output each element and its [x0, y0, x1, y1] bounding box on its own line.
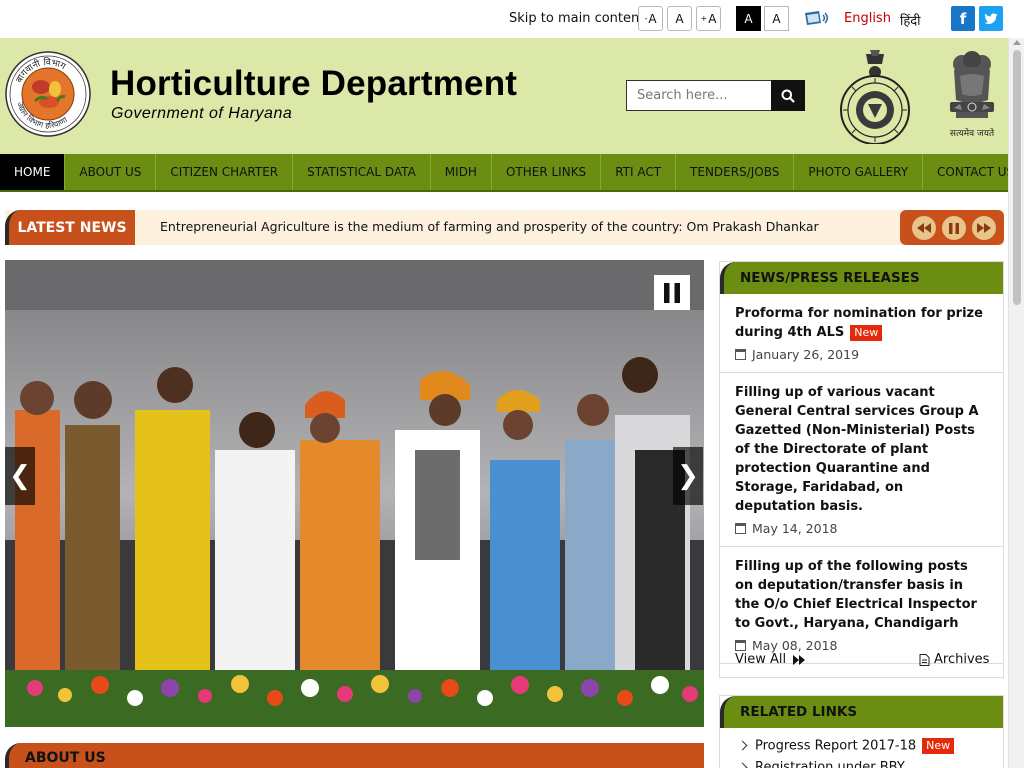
press-releases-panel: NEWS/PRESS RELEASES Proforma for nominat…	[719, 261, 1004, 678]
press-releases-header: NEWS/PRESS RELEASES	[720, 262, 1003, 294]
font-decrease-button[interactable]: -A	[638, 6, 663, 31]
font-increase-label: A	[708, 11, 717, 26]
nav-rti-act[interactable]: RTI ACT	[601, 154, 677, 190]
slider-pause-button[interactable]	[654, 275, 690, 310]
calendar-icon	[735, 349, 746, 360]
slider-next-button[interactable]: ❯	[673, 447, 703, 505]
archives-link[interactable]: Archives	[919, 652, 989, 667]
pause-icon	[664, 282, 680, 303]
latest-news-item[interactable]: Entrepreneurial Agriculture is the mediu…	[160, 219, 819, 234]
font-decrease-label: A	[648, 11, 657, 26]
fast-forward-icon	[977, 223, 991, 233]
news-pause-button[interactable]	[942, 216, 966, 240]
screen-reader-icon[interactable]	[803, 9, 831, 29]
new-badge: New	[922, 738, 955, 754]
top-utility-bar: Skip to main content -A A + A A A English…	[0, 0, 1024, 38]
pause-icon	[949, 222, 959, 234]
horticulture-department-logo[interactable]: बागवानी विभाग उद्यान विभाग हरियाणा	[5, 51, 91, 137]
facebook-glyph: f	[959, 9, 967, 28]
related-link-item[interactable]: Progress Report 2017-18 New	[720, 734, 1003, 756]
hindi-language-link[interactable]: हिंदी	[900, 11, 921, 29]
haryana-government-emblem	[840, 50, 910, 144]
site-subtitle: Government of Haryana	[111, 105, 293, 122]
minus-sign: -	[644, 14, 648, 23]
press-item-date: January 26, 2019	[735, 347, 988, 362]
site-header: बागवानी विभाग उद्यान विभाग हरियाणा Horti…	[0, 38, 1008, 154]
latest-news-label: LATEST NEWS	[5, 210, 135, 245]
search-input[interactable]	[626, 80, 772, 111]
chevron-right-icon	[737, 762, 748, 768]
dark-theme-label: A	[744, 11, 753, 26]
latest-news-ticker: LATEST NEWS Entrepreneurial Agriculture …	[5, 210, 1004, 245]
search-icon	[781, 89, 795, 103]
light-theme-label: A	[772, 11, 781, 26]
emblem-motto: सत्यमेव जयते	[950, 127, 995, 139]
related-links-header: RELATED LINKS	[720, 696, 1003, 728]
about-us-section-header: ABOUT US	[5, 743, 704, 768]
light-theme-button[interactable]: A	[764, 6, 789, 31]
nav-about-us[interactable]: ABOUT US	[65, 154, 157, 190]
double-arrow-icon	[793, 654, 806, 665]
view-all-link[interactable]: View All	[735, 652, 806, 667]
site-title: Horticulture Department	[110, 64, 518, 103]
image-slider[interactable]	[5, 260, 704, 727]
about-us-title: ABOUT US	[25, 750, 106, 766]
press-item-date: May 14, 2018	[735, 521, 988, 536]
font-increase-button[interactable]: + A	[696, 6, 721, 31]
press-item[interactable]: Filling up of various vacant General Cen…	[720, 373, 1003, 547]
related-link-item[interactable]: Registration under BBY	[720, 756, 1003, 768]
english-language-link[interactable]: English	[844, 11, 891, 26]
chevron-right-icon	[737, 740, 748, 751]
document-icon	[919, 653, 930, 666]
search-button[interactable]	[771, 80, 805, 111]
nav-home[interactable]: HOME	[0, 154, 66, 190]
calendar-icon	[735, 523, 746, 534]
nav-other-links[interactable]: OTHER LINKS	[492, 154, 602, 190]
font-normal-label: A	[675, 11, 684, 26]
scroll-thumb[interactable]	[1013, 50, 1021, 305]
scroll-up-arrow-icon[interactable]	[1013, 40, 1021, 45]
press-item-title[interactable]: Filling up of various vacant General Cen…	[735, 383, 988, 516]
twitter-bird-icon	[984, 12, 998, 24]
related-links-title: RELATED LINKS	[740, 704, 858, 720]
nav-tenders-jobs[interactable]: TENDERS/JOBS	[676, 154, 795, 190]
rewind-icon	[917, 223, 931, 233]
main-navigation: HOME ABOUT US CITIZEN CHARTER STATISTICA…	[0, 154, 1014, 192]
page-scrollbar[interactable]	[1008, 38, 1024, 768]
news-controls	[900, 210, 1004, 245]
nav-statistical-data[interactable]: STATISTICAL DATA	[293, 154, 431, 190]
news-next-button[interactable]	[972, 216, 996, 240]
press-item-title[interactable]: Proforma for nomination for prize during…	[735, 304, 988, 342]
font-normal-button[interactable]: A	[667, 6, 692, 31]
skip-to-content-link[interactable]: Skip to main content	[509, 11, 644, 26]
chevron-right-icon: ❯	[677, 461, 699, 491]
new-badge: New	[850, 324, 883, 341]
nav-citizen-charter[interactable]: CITIZEN CHARTER	[156, 154, 294, 190]
press-item[interactable]: Proforma for nomination for prize during…	[720, 294, 1003, 373]
dark-theme-button[interactable]: A	[736, 6, 761, 31]
chevron-left-icon: ❮	[9, 461, 31, 491]
plus-sign: +	[700, 14, 708, 23]
facebook-icon[interactable]: f	[951, 6, 975, 31]
related-links-panel: RELATED LINKS Progress Report 2017-18 New…	[719, 695, 1004, 768]
press-footer: View All Archives	[720, 642, 1003, 678]
nav-midh[interactable]: MIDH	[431, 154, 492, 190]
press-item-title[interactable]: Filling up of the following posts on dep…	[735, 557, 988, 633]
press-releases-title: NEWS/PRESS RELEASES	[740, 270, 920, 286]
twitter-icon[interactable]	[979, 6, 1003, 31]
slider-prev-button[interactable]: ❮	[5, 447, 35, 505]
event-photo	[5, 260, 704, 727]
national-emblem-icon: सत्यमेव जयते	[950, 51, 995, 139]
news-previous-button[interactable]	[912, 216, 936, 240]
nav-photo-gallery[interactable]: PHOTO GALLERY	[794, 154, 924, 190]
